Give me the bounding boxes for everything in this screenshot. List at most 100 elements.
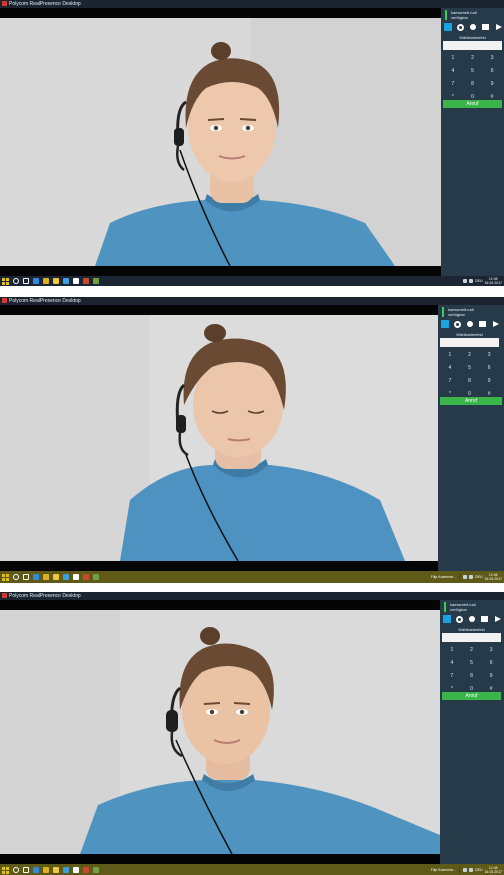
input-language[interactable]: DEU (475, 279, 482, 283)
key-6[interactable]: 6 (479, 365, 499, 371)
key-8[interactable]: 8 (460, 378, 480, 384)
edge-icon[interactable] (33, 574, 39, 580)
windows-start-icon[interactable] (2, 573, 9, 581)
camera-button[interactable] (440, 320, 449, 329)
key-5[interactable]: 5 (463, 68, 483, 74)
explorer-icon[interactable] (53, 574, 59, 580)
search-icon[interactable] (13, 574, 19, 580)
dial-input[interactable] (442, 633, 501, 642)
key-4[interactable]: 4 (440, 365, 460, 371)
call-button[interactable]: Anruf (442, 692, 501, 700)
key-9[interactable]: 9 (479, 378, 499, 384)
key-2[interactable]: 2 (462, 647, 482, 653)
speaker-icon (470, 24, 476, 30)
key-6[interactable]: 6 (481, 660, 501, 666)
call-button[interactable]: Anruf (440, 397, 502, 405)
dial-input[interactable] (440, 338, 499, 347)
key-4[interactable]: 4 (443, 68, 463, 74)
mic-button[interactable] (455, 615, 464, 624)
key-2[interactable]: 2 (460, 352, 480, 358)
more-button[interactable] (493, 615, 502, 624)
video-button[interactable] (481, 23, 490, 32)
contact-card[interactable]: kaessmeit.rudi verfügbar (442, 307, 474, 317)
task-view-icon[interactable] (23, 278, 29, 284)
input-language[interactable]: DEU (475, 868, 482, 872)
key-2[interactable]: 2 (463, 55, 483, 61)
key-3[interactable]: 3 (481, 647, 501, 653)
key-1[interactable]: 1 (442, 647, 462, 653)
network-icon[interactable] (463, 279, 468, 283)
chrome-icon[interactable] (43, 574, 49, 580)
video-button[interactable] (480, 615, 489, 624)
key-8[interactable]: 8 (462, 673, 482, 679)
key-3[interactable]: 3 (482, 55, 502, 61)
key-4[interactable]: 4 (442, 660, 462, 666)
key-7[interactable]: 7 (442, 673, 462, 679)
mic-icon (453, 320, 461, 328)
mail-icon[interactable] (73, 278, 79, 284)
mic-button[interactable] (453, 320, 462, 329)
store-icon[interactable] (63, 867, 69, 873)
mail-icon[interactable] (73, 574, 79, 580)
taskbar-clock[interactable]: 12:45 16.03.2017 (484, 277, 502, 285)
video-letterbox-top (0, 305, 438, 315)
edge-icon[interactable] (33, 278, 39, 284)
search-icon[interactable] (13, 278, 19, 284)
app-icon[interactable] (93, 278, 99, 284)
store-icon[interactable] (63, 278, 69, 284)
speaker-button[interactable] (468, 615, 477, 624)
app-icon[interactable] (93, 574, 99, 580)
edge-icon[interactable] (33, 867, 39, 873)
key-9[interactable]: 9 (482, 81, 502, 87)
more-button[interactable] (494, 23, 503, 32)
key-9[interactable]: 9 (481, 673, 501, 679)
window-titlebar: Polycom RealPresence Desktop (0, 592, 504, 600)
speaker-button[interactable] (466, 320, 475, 329)
volume-icon[interactable] (469, 279, 474, 283)
video-button[interactable] (478, 320, 487, 329)
polycom-taskbar-icon[interactable] (83, 867, 89, 873)
dial-input[interactable] (443, 41, 502, 50)
key-6[interactable]: 6 (482, 68, 502, 74)
polycom-taskbar-icon[interactable] (83, 278, 89, 284)
mail-icon[interactable] (73, 867, 79, 873)
polycom-icon (2, 298, 7, 303)
key-1[interactable]: 1 (440, 352, 460, 358)
explorer-icon[interactable] (53, 867, 59, 873)
key-8[interactable]: 8 (463, 81, 483, 87)
input-language[interactable]: DEU (475, 575, 482, 579)
camera-button[interactable] (443, 23, 452, 32)
key-7[interactable]: 7 (443, 81, 463, 87)
camera-button[interactable] (442, 615, 451, 624)
key-3[interactable]: 3 (479, 352, 499, 358)
store-icon[interactable] (63, 574, 69, 580)
network-icon[interactable] (463, 575, 468, 579)
taskbar-clock[interactable]: 12:46 16.03.2017 (484, 573, 502, 581)
task-view-icon[interactable] (23, 867, 29, 873)
volume-icon[interactable] (469, 575, 474, 579)
contact-card[interactable]: kaessmeit.rudi verfügbar (444, 602, 476, 612)
call-button[interactable]: Anruf (443, 100, 502, 108)
key-7[interactable]: 7 (440, 378, 460, 384)
more-button[interactable] (491, 320, 500, 329)
speaker-button[interactable] (469, 23, 478, 32)
key-5[interactable]: 5 (460, 365, 480, 371)
windows-start-icon[interactable] (2, 866, 9, 874)
network-icon[interactable] (463, 867, 468, 872)
taskbar-clock[interactable]: 12:46 16.03.2017 (484, 866, 502, 874)
mic-button[interactable] (456, 23, 465, 32)
taskbar-app-label[interactable]: Filip Kuemmer... (431, 575, 456, 579)
polycom-taskbar-icon[interactable] (83, 574, 89, 580)
app-icon[interactable] (93, 867, 99, 873)
chrome-icon[interactable] (43, 278, 49, 284)
explorer-icon[interactable] (53, 278, 59, 284)
taskbar-app-label[interactable]: Filip Kuemmer... (431, 868, 456, 872)
key-5[interactable]: 5 (462, 660, 482, 666)
key-1[interactable]: 1 (443, 55, 463, 61)
task-view-icon[interactable] (23, 574, 29, 580)
contact-card[interactable]: kaessmeit.rudi verfügbar (445, 10, 477, 20)
chrome-icon[interactable] (43, 867, 49, 873)
volume-icon[interactable] (469, 867, 474, 872)
search-icon[interactable] (13, 867, 19, 873)
windows-start-icon[interactable] (2, 277, 9, 285)
